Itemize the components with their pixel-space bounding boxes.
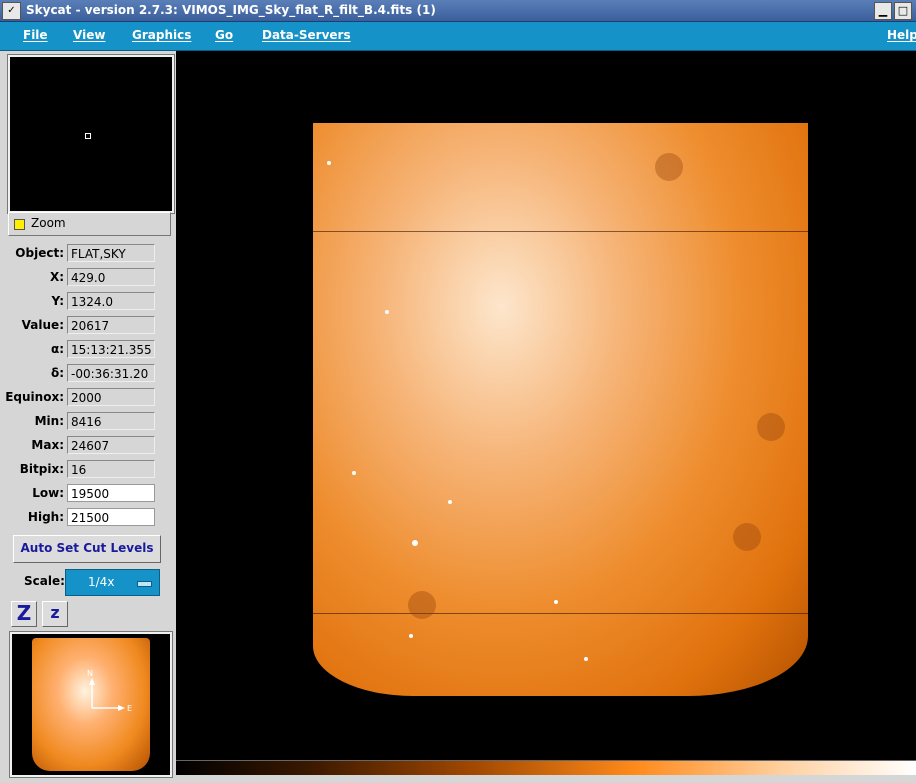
star-spot	[448, 500, 452, 504]
star-spot	[584, 657, 588, 661]
info-row-bitpix: Bitpix: 16	[6, 459, 166, 479]
compass-icon: N E	[87, 669, 132, 713]
compass-north-label: N	[87, 669, 93, 678]
dust-ring	[655, 153, 683, 181]
dust-ring	[757, 413, 785, 441]
info-label: δ:	[50, 366, 64, 380]
maximize-button[interactable]: □	[894, 2, 912, 20]
menu-go[interactable]: Go	[215, 28, 233, 42]
checkmark-icon: ✓	[7, 5, 16, 16]
info-label: Object:	[15, 246, 64, 260]
menu-bar: File View Graphics Go Data-Servers Help	[0, 22, 916, 51]
star-spot	[409, 634, 413, 638]
info-label: Value:	[21, 318, 64, 332]
info-label: Bitpix:	[19, 462, 64, 476]
dust-ring	[733, 523, 761, 551]
info-row-low: Low: 19500	[6, 483, 166, 503]
star-spot	[327, 161, 331, 165]
info-label: Max:	[31, 438, 64, 452]
info-value: 8416	[67, 412, 155, 430]
info-value: 2000	[67, 388, 155, 406]
info-label: X:	[49, 270, 64, 284]
dust-ring	[408, 591, 436, 619]
info-row-min: Min: 8416	[6, 411, 166, 431]
info-value: 1324.0	[67, 292, 155, 310]
zoom-label: Zoom	[31, 216, 66, 230]
info-label: Low:	[32, 486, 64, 500]
menu-view[interactable]: View	[73, 28, 105, 42]
dropdown-indicator-icon	[137, 581, 152, 587]
high-cut-input[interactable]: 21500	[67, 508, 155, 526]
image-display-area[interactable]	[176, 51, 916, 760]
scale-value: 1/4x	[88, 575, 115, 589]
star-spot	[412, 540, 418, 546]
info-label: Min:	[34, 414, 64, 428]
system-menu-button[interactable]: ✓	[2, 2, 21, 20]
info-label: Equinox:	[5, 390, 64, 404]
menu-file[interactable]: File	[23, 28, 48, 42]
info-row-object: Object: FLAT,SKY	[6, 243, 166, 263]
panner-view[interactable]	[7, 54, 175, 214]
info-row-x: X: 429.0	[6, 267, 166, 287]
control-panel: Zoom Object: FLAT,SKY X: 429.0 Y: 1324.0…	[0, 51, 176, 783]
info-row-max: Max: 24607	[6, 435, 166, 455]
info-value: 16	[67, 460, 155, 478]
checkbox-icon	[14, 219, 25, 230]
detector-row-line	[313, 231, 808, 232]
zoom-in-button[interactable]: Z	[11, 601, 37, 627]
thumbnail-image[interactable]: N E	[9, 631, 173, 778]
star-spot	[352, 471, 356, 475]
flat-field-image	[313, 123, 808, 696]
bottom-strip	[176, 775, 916, 783]
info-row-ra: α: 15:13:21.355	[6, 339, 166, 359]
menu-data-servers[interactable]: Data-Servers	[262, 28, 351, 42]
compass-east-label: E	[127, 704, 132, 713]
info-value: -00:36:31.20	[67, 364, 155, 382]
star-spot	[385, 310, 389, 314]
detector-row-line	[313, 613, 808, 614]
info-label: Y:	[51, 294, 64, 308]
info-row-high: High: 21500	[6, 507, 166, 527]
zoom-toggle-button[interactable]: Zoom	[8, 212, 171, 236]
window-title: Skycat - version 2.7.3: VIMOS_IMG_Sky_fl…	[26, 3, 436, 17]
info-value: 24607	[67, 436, 155, 454]
star-spot	[554, 600, 558, 604]
title-bar: ✓ Skycat - version 2.7.3: VIMOS_IMG_Sky_…	[0, 0, 916, 22]
info-row-dec: δ: -00:36:31.20	[6, 363, 166, 383]
maximize-icon: □	[897, 4, 909, 17]
colorbar[interactable]	[176, 760, 916, 775]
pan-cursor-marker[interactable]	[85, 133, 91, 139]
info-value: FLAT,SKY	[67, 244, 155, 262]
info-row-y: Y: 1324.0	[6, 291, 166, 311]
minimize-button[interactable]: ▁	[874, 2, 892, 20]
scale-label: Scale:	[24, 574, 65, 588]
info-row-equinox: Equinox: 2000	[5, 387, 166, 407]
scale-dropdown[interactable]: 1/4x	[65, 569, 160, 596]
info-value: 20617	[67, 316, 155, 334]
info-row-value: Value: 20617	[6, 315, 166, 335]
menu-graphics[interactable]: Graphics	[132, 28, 191, 42]
low-cut-input[interactable]: 19500	[67, 484, 155, 502]
minimize-icon: ▁	[878, 4, 888, 17]
info-value: 15:13:21.355	[67, 340, 155, 358]
info-label: α:	[50, 342, 64, 356]
menu-help[interactable]: Help	[887, 28, 916, 42]
info-label: High:	[27, 510, 64, 524]
zoom-out-button[interactable]: z	[42, 601, 68, 627]
info-value: 429.0	[67, 268, 155, 286]
auto-set-cut-levels-button[interactable]: Auto Set Cut Levels	[13, 535, 161, 563]
